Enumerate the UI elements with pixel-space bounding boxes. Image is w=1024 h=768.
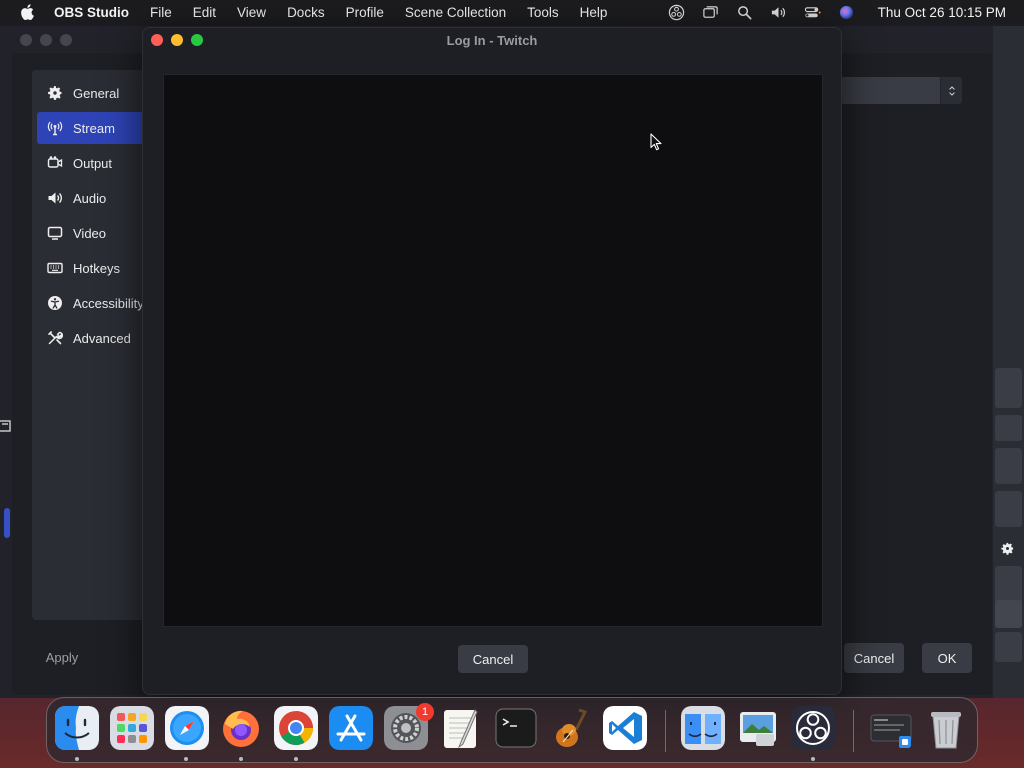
mouse-pointer-icon bbox=[650, 133, 662, 151]
controls-button[interactable] bbox=[995, 632, 1022, 662]
nav-video-label: Video bbox=[73, 225, 107, 241]
dock-separator bbox=[665, 710, 666, 752]
monitor-icon bbox=[47, 225, 63, 241]
settings-gear-icon[interactable] bbox=[996, 537, 1018, 559]
gear-icon bbox=[47, 85, 63, 101]
running-indicator bbox=[811, 757, 815, 761]
main-zoom-button[interactable] bbox=[60, 34, 72, 46]
selected-scene-marker bbox=[4, 508, 10, 538]
accessibility-icon bbox=[47, 295, 63, 311]
menu-app-name[interactable]: OBS Studio bbox=[54, 5, 139, 20]
trash-icon[interactable] bbox=[924, 706, 968, 750]
migration-assistant-icon[interactable] bbox=[681, 706, 725, 750]
nav-output-label: Output bbox=[73, 155, 113, 171]
controls-button[interactable] bbox=[995, 491, 1022, 527]
speaker-icon bbox=[47, 190, 63, 206]
nav-general-label: General bbox=[73, 85, 120, 101]
output-icon bbox=[47, 155, 63, 171]
menu-docks[interactable]: Docks bbox=[276, 5, 335, 20]
menu-clock[interactable]: Thu Oct 26 10:15 PM bbox=[864, 5, 1024, 20]
menu-help[interactable]: Help bbox=[569, 5, 618, 20]
vscode-icon[interactable] bbox=[603, 706, 647, 750]
login-dialog: Log In - Twitch Cancel bbox=[142, 27, 842, 695]
preview-icon[interactable] bbox=[736, 706, 780, 750]
running-indicator bbox=[239, 757, 243, 761]
dialog-title: Log In - Twitch bbox=[446, 32, 538, 48]
apple-menu-icon[interactable] bbox=[0, 4, 54, 20]
main-minimize-button[interactable] bbox=[40, 34, 52, 46]
siri-icon[interactable] bbox=[830, 0, 864, 24]
settings-ok-button[interactable]: OK bbox=[922, 643, 972, 673]
menu-profile[interactable]: Profile bbox=[335, 5, 394, 20]
chevron-updown-icon bbox=[940, 77, 962, 104]
finder-icon[interactable] bbox=[55, 706, 99, 750]
menu-bar: OBS Studio File Edit View Docks Profile … bbox=[0, 0, 1024, 24]
controls-button[interactable] bbox=[995, 600, 1022, 628]
controls-button[interactable] bbox=[995, 368, 1022, 408]
downloads-stack-icon[interactable] bbox=[869, 706, 913, 750]
chrome-icon[interactable] bbox=[274, 706, 318, 750]
nav-accessibility-label: Accessibility bbox=[73, 295, 144, 311]
menu-scene-collection[interactable]: Scene Collection bbox=[394, 5, 516, 20]
app-store-icon[interactable] bbox=[329, 706, 373, 750]
running-indicator bbox=[294, 757, 298, 761]
obs-tray-icon[interactable] bbox=[660, 0, 694, 24]
textedit-icon[interactable] bbox=[439, 706, 483, 750]
control-center-icon[interactable] bbox=[796, 0, 830, 24]
menu-tools[interactable]: Tools bbox=[516, 5, 569, 20]
nav-audio-label: Audio bbox=[73, 190, 107, 206]
dock: 1 bbox=[46, 697, 978, 763]
main-close-button[interactable] bbox=[20, 34, 32, 46]
spotlight-search-icon[interactable] bbox=[728, 0, 762, 24]
tools-icon bbox=[47, 330, 63, 346]
dialog-cancel-button[interactable]: Cancel bbox=[458, 645, 528, 673]
running-indicator bbox=[75, 757, 79, 761]
menu-file[interactable]: File bbox=[139, 5, 182, 20]
main-controls-strip bbox=[993, 26, 1024, 698]
apply-button[interactable]: Apply bbox=[32, 642, 92, 672]
dock-panel-icon[interactable] bbox=[0, 418, 12, 436]
nav-stream-label: Stream bbox=[73, 120, 115, 136]
safari-icon[interactable] bbox=[165, 706, 209, 750]
obs-icon[interactable] bbox=[791, 706, 835, 750]
controls-button[interactable] bbox=[995, 415, 1022, 441]
terminal-icon[interactable] bbox=[494, 706, 538, 750]
menu-edit[interactable]: Edit bbox=[182, 5, 226, 20]
launchpad-icon[interactable] bbox=[110, 706, 154, 750]
notification-badge: 1 bbox=[416, 703, 434, 721]
screen-mirroring-icon[interactable] bbox=[694, 0, 728, 24]
service-select[interactable] bbox=[840, 77, 962, 104]
firefox-icon[interactable] bbox=[219, 706, 263, 750]
login-webview[interactable] bbox=[163, 74, 823, 627]
antenna-icon bbox=[47, 120, 63, 136]
menu-view[interactable]: View bbox=[226, 5, 276, 20]
dock-separator bbox=[853, 710, 854, 752]
settings-cancel-button[interactable]: Cancel bbox=[844, 643, 904, 673]
keyboard-icon bbox=[47, 260, 63, 276]
controls-button[interactable] bbox=[995, 448, 1022, 484]
nav-advanced-label: Advanced bbox=[73, 330, 131, 346]
garageband-icon[interactable] bbox=[549, 706, 593, 750]
volume-icon[interactable] bbox=[762, 0, 796, 24]
running-indicator bbox=[184, 757, 188, 761]
nav-hotkeys-label: Hotkeys bbox=[73, 260, 120, 276]
